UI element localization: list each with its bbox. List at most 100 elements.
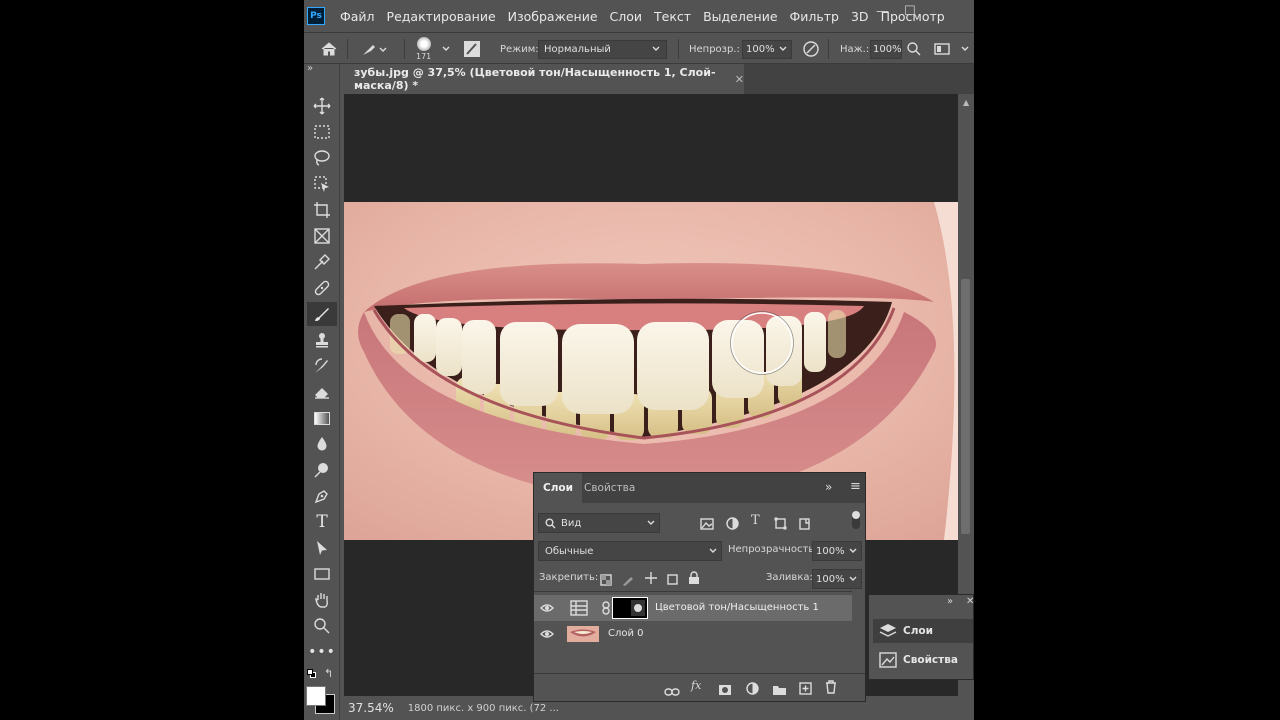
trash-icon[interactable] — [825, 679, 837, 698]
lock-pixels-icon[interactable] — [622, 571, 634, 590]
document-info: 1800 пикс. x 900 пикс. (72 ... — [407, 702, 559, 714]
rectangle-tool-icon[interactable] — [307, 562, 337, 586]
chevron-down-icon — [849, 548, 857, 553]
layer-row-hue-saturation[interactable]: Цветовой тон/Насыщенность 1 — [534, 595, 852, 621]
mask-link-icon[interactable] — [602, 601, 610, 618]
maximize-icon[interactable]: ☐ — [904, 4, 916, 19]
filter-toggle[interactable] — [852, 511, 860, 529]
new-layer-icon[interactable] — [799, 680, 812, 699]
search-icon[interactable] — [906, 33, 922, 65]
eye-icon[interactable] — [540, 602, 554, 614]
filter-smart-object-icon[interactable] — [798, 515, 811, 534]
close-panel-icon[interactable]: ✕ — [966, 596, 974, 607]
filter-type-icon[interactable]: T — [751, 513, 760, 528]
crop-tool-icon[interactable] — [307, 198, 337, 222]
layer-name[interactable]: Цветовой тон/Насыщенность 1 — [655, 602, 819, 613]
type-tool-icon[interactable]: T — [307, 510, 337, 534]
add-mask-icon[interactable] — [718, 681, 732, 700]
mini-layers-button[interactable]: Слои — [873, 619, 973, 643]
scrollbar-thumb[interactable] — [961, 279, 970, 534]
expand-panels-icon[interactable]: » — [947, 596, 953, 607]
menu-filter[interactable]: Фильтр — [790, 9, 839, 24]
menu-layers[interactable]: Слои — [610, 9, 643, 24]
menu-type[interactable]: Текст — [654, 9, 691, 24]
menu-edit[interactable]: Редактирование — [387, 9, 496, 24]
chevron-down-icon — [709, 548, 717, 553]
lock-transparent-icon[interactable] — [600, 571, 612, 590]
layer-list: Цветовой тон/Насыщенность 1 Слой 0 — [534, 591, 852, 673]
new-group-icon[interactable] — [772, 681, 787, 700]
opacity-field[interactable]: 100% — [742, 39, 792, 59]
chevron-down-icon — [652, 46, 660, 51]
layer-mask-thumbnail[interactable] — [612, 597, 648, 619]
object-selection-tool-icon[interactable] — [307, 172, 337, 196]
pressure-opacity-icon[interactable] — [802, 33, 820, 65]
eye-icon[interactable] — [540, 628, 554, 640]
blur-tool-icon[interactable] — [307, 432, 337, 456]
collapse-panel-icon[interactable]: » — [825, 480, 832, 494]
close-tab-icon[interactable]: ✕ — [735, 73, 744, 86]
path-selection-tool-icon[interactable] — [307, 536, 337, 560]
menu-file[interactable]: Файл — [340, 9, 375, 24]
scroll-up-icon[interactable]: ▲ — [963, 98, 969, 107]
history-brush-tool-icon[interactable] — [307, 354, 337, 378]
tab-properties[interactable]: Свойства — [575, 473, 644, 503]
clone-stamp-tool-icon[interactable] — [307, 328, 337, 352]
pen-tool-icon[interactable] — [307, 484, 337, 508]
filter-pixel-icon[interactable] — [700, 515, 714, 534]
layer-filter-select[interactable]: Вид — [538, 513, 660, 533]
layer-name[interactable]: Слой 0 — [608, 628, 644, 639]
blend-mode-select[interactable]: Обычные — [538, 541, 722, 561]
brush-tool-icon[interactable] — [307, 302, 337, 326]
lock-all-icon[interactable] — [688, 570, 700, 589]
layer-opacity-field[interactable]: 100% — [812, 541, 862, 561]
brush-preset-icon[interactable] — [360, 33, 390, 65]
zoom-tool-icon[interactable] — [307, 614, 337, 638]
link-layers-icon[interactable] — [664, 682, 680, 701]
eraser-tool-icon[interactable] — [307, 380, 337, 404]
eyedropper-tool-icon[interactable] — [307, 250, 337, 274]
marquee-tool-icon[interactable] — [307, 120, 337, 144]
lock-artboard-icon[interactable] — [666, 571, 679, 590]
default-colors-icon[interactable] — [307, 669, 316, 678]
lasso-tool-icon[interactable] — [307, 146, 337, 170]
home-icon[interactable] — [320, 33, 338, 65]
mode-value: Нормальный — [544, 43, 611, 55]
mode-label: Режим: — [500, 43, 539, 55]
layer-row-layer-0[interactable]: Слой 0 — [534, 621, 852, 647]
chevron-down-icon[interactable] — [441, 33, 451, 65]
chevron-down-icon[interactable] — [960, 33, 970, 65]
dodge-tool-icon[interactable] — [307, 458, 337, 482]
collapse-toolbar-icon[interactable]: » — [307, 63, 313, 74]
panel-menu-icon[interactable]: ≡ — [850, 479, 861, 494]
tools-panel: » T ••• ↰ — [304, 63, 340, 720]
swap-colors-icon[interactable]: ↰ — [324, 667, 333, 680]
zoom-level[interactable]: 37.54% — [348, 701, 394, 715]
frame-tool-icon[interactable] — [307, 224, 337, 248]
filter-shape-icon[interactable] — [774, 515, 787, 534]
fill-field[interactable]: 100% — [812, 569, 862, 589]
hand-tool-icon[interactable] — [307, 588, 337, 612]
document-tab[interactable]: зубы.jpg @ 37,5% (Цветовой тон/Насыщенно… — [344, 64, 744, 94]
mini-properties-button[interactable]: Свойства — [873, 648, 973, 672]
move-tool-icon[interactable] — [307, 94, 337, 118]
brush-settings-icon[interactable] — [464, 33, 480, 65]
brush-size-picker[interactable]: 171 — [416, 33, 431, 65]
more-tools-icon[interactable]: ••• — [307, 640, 337, 664]
pressure-field[interactable]: 100% — [870, 39, 902, 59]
opacity-value: 100% — [746, 43, 775, 55]
fx-icon[interactable]: fx — [691, 679, 701, 692]
filter-adjustment-icon[interactable] — [726, 515, 739, 534]
foreground-color-swatch[interactable] — [306, 686, 326, 706]
lock-position-icon[interactable] — [644, 570, 658, 589]
menu-image[interactable]: Изображение — [508, 9, 598, 24]
workspace-icon[interactable] — [934, 33, 950, 65]
mode-select[interactable]: Нормальный — [538, 39, 667, 59]
menu-3d[interactable]: 3D — [851, 9, 869, 24]
minimize-icon[interactable]: — — [876, 4, 889, 19]
healing-brush-tool-icon[interactable] — [307, 276, 337, 300]
ps-logo[interactable]: Ps — [307, 7, 325, 25]
new-adjustment-layer-icon[interactable] — [746, 680, 759, 699]
menu-select[interactable]: Выделение — [703, 9, 777, 24]
gradient-tool-icon[interactable] — [307, 406, 337, 430]
